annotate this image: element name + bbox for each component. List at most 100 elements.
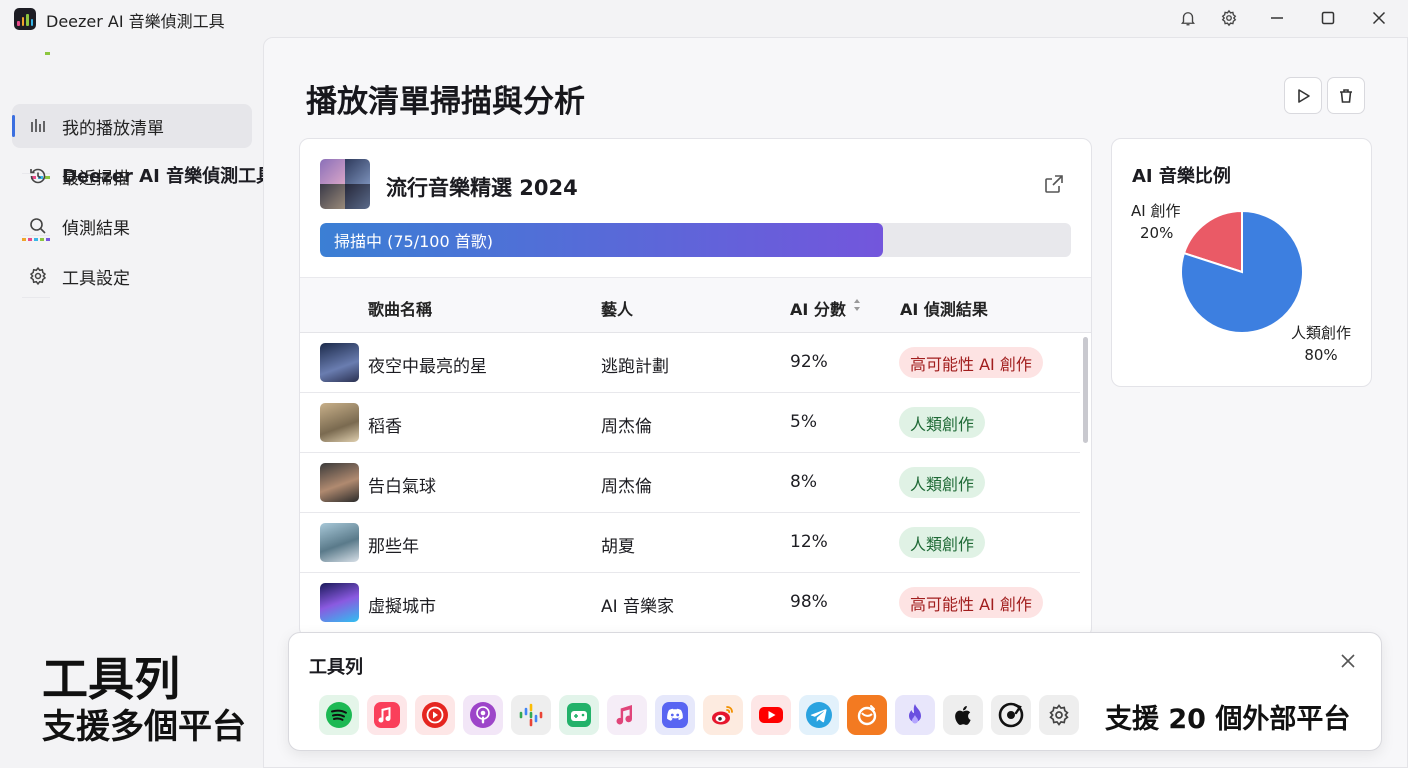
toolbar-title: 工具列	[309, 657, 363, 678]
gear-icon[interactable]	[1217, 6, 1241, 30]
delete-button[interactable]	[1327, 77, 1365, 114]
ai-label: AI 創作	[1131, 202, 1181, 220]
table-scrollbar[interactable]	[1083, 337, 1088, 443]
google-podcasts-icon[interactable]	[511, 695, 551, 735]
human-percent: 80%	[1304, 346, 1338, 364]
close-icon[interactable]	[1367, 6, 1391, 30]
song-artist: AI 音樂家	[601, 597, 675, 617]
game-controller-icon[interactable]	[559, 695, 599, 735]
bars-icon	[28, 116, 48, 136]
status-badge: 人類創作	[899, 407, 986, 438]
youtube-music-icon[interactable]	[415, 695, 455, 735]
sidebar-item-label: 偵測結果	[62, 218, 130, 239]
gear-icon	[28, 266, 48, 286]
playlist-cover	[320, 159, 370, 209]
song-title: 告白氣球	[368, 477, 436, 497]
podcasts-icon[interactable]	[463, 695, 503, 735]
song-title: 虛擬城市	[368, 597, 436, 617]
sidebar-item-label: 我的播放清單	[62, 118, 164, 139]
vinyl-app-icon[interactable]	[991, 695, 1031, 735]
platform-count-caption: 支援 20 個外部平台	[1105, 704, 1351, 735]
table-row[interactable]: 虛擬城市 AI 音樂家 98% 高可能性 AI 創作	[300, 573, 1080, 633]
sidebar-item-settings[interactable]: 工具設定	[12, 254, 252, 298]
orange-app-icon[interactable]	[847, 695, 887, 735]
play-icon	[1298, 88, 1310, 103]
song-list: 夜空中最亮的星 逃跑計劃 92% 高可能性 AI 創作 稻香 周杰倫 5% 人類…	[300, 333, 1080, 633]
flame-app-icon[interactable]	[895, 695, 935, 735]
ai-score: 92%	[790, 352, 828, 372]
ai-score: 5%	[790, 412, 817, 432]
song-title: 那些年	[368, 537, 419, 557]
status-badge: 人類創作	[899, 467, 986, 498]
app-logo-icon	[14, 8, 36, 30]
sort-icon[interactable]	[852, 297, 862, 317]
sidebar-item-label: 最近掃描	[62, 168, 130, 189]
history-icon	[28, 166, 48, 186]
status-badge: 高可能性 AI 創作	[899, 587, 1043, 618]
ai-score: 98%	[790, 592, 828, 612]
table-row[interactable]: 告白氣球 周杰倫 8% 人類創作	[300, 453, 1080, 513]
apple-music-icon[interactable]	[367, 695, 407, 735]
table-row[interactable]: 那些年 胡夏 12% 人類創作	[300, 513, 1080, 573]
scan-progress-bar: 掃描中 (75/100 首歌)	[320, 223, 1071, 257]
settings-icon[interactable]	[1039, 695, 1079, 735]
song-thumbnail	[320, 343, 359, 382]
song-thumbnail	[320, 523, 359, 562]
playlist-card: 流行音樂精選 2024 掃描中 (75/100 首歌) 歌曲名稱 藝人 AI 分…	[299, 138, 1092, 638]
scan-progress-text: 掃描中 (75/100 首歌)	[334, 232, 493, 251]
song-thumbnail	[320, 583, 359, 622]
telegram-icon[interactable]	[799, 695, 839, 735]
youtube-icon[interactable]	[751, 695, 791, 735]
column-score[interactable]: AI 分數	[790, 296, 846, 320]
ai-score: 8%	[790, 472, 817, 492]
caption-platforms: 支援多個平台	[42, 707, 246, 747]
search-icon	[28, 216, 48, 236]
maximize-icon[interactable]	[1316, 6, 1340, 30]
column-song[interactable]: 歌曲名稱	[368, 296, 432, 320]
window-title: Deezer AI 音樂偵測工具	[46, 12, 225, 31]
external-link-icon[interactable]	[1043, 173, 1065, 195]
song-thumbnail	[320, 403, 359, 442]
platform-list	[319, 695, 1079, 735]
playlist-name: 流行音樂精選 2024	[386, 176, 578, 200]
song-title: 夜空中最亮的星	[368, 357, 487, 377]
table-row[interactable]: 稻香 周杰倫 5% 人類創作	[300, 393, 1080, 453]
ai-label-group: AI 創作 20%	[1131, 200, 1180, 244]
human-label: 人類創作	[1291, 324, 1352, 342]
music-note-icon[interactable]	[607, 695, 647, 735]
page-title: 播放清單掃描與分析	[306, 84, 585, 120]
play-button[interactable]	[1284, 77, 1322, 114]
discord-icon[interactable]	[655, 695, 695, 735]
close-icon[interactable]	[1339, 652, 1359, 672]
minimize-icon[interactable]	[1265, 6, 1289, 30]
sidebar-nav: 我的播放清單 最近掃描 偵測結果 工具設定	[12, 104, 252, 304]
sidebar-item-label: 工具設定	[62, 268, 130, 289]
apple-icon[interactable]	[943, 695, 983, 735]
scan-progress-fill: 掃描中 (75/100 首歌)	[320, 223, 884, 257]
song-title: 稻香	[368, 417, 402, 437]
sidebar-item-recent-scans[interactable]: 最近掃描	[12, 154, 252, 198]
spotify-icon[interactable]	[319, 695, 359, 735]
toolbar-panel: 工具列 支援 20 個外部平台	[288, 632, 1382, 751]
column-result[interactable]: AI 偵測結果	[900, 296, 988, 320]
status-badge: 人類創作	[899, 527, 986, 558]
song-artist: 逃跑計劃	[601, 357, 669, 377]
sidebar-item-results[interactable]: 偵測結果	[12, 204, 252, 248]
ai-score: 12%	[790, 532, 828, 552]
title-bar: Deezer AI 音樂偵測工具	[0, 0, 1408, 36]
song-thumbnail	[320, 463, 359, 502]
table-header: 歌曲名稱 藝人 AI 分數 AI 偵測結果	[300, 277, 1091, 333]
song-artist: 胡夏	[601, 537, 635, 557]
song-artist: 周杰倫	[601, 477, 652, 497]
trash-icon	[1340, 88, 1352, 103]
bell-icon[interactable]	[1176, 6, 1200, 30]
weibo-icon[interactable]	[703, 695, 743, 735]
human-label-group: 人類創作 80%	[1291, 322, 1351, 366]
ai-percent: 20%	[1140, 224, 1174, 242]
song-artist: 周杰倫	[601, 417, 652, 437]
status-badge: 高可能性 AI 創作	[899, 347, 1043, 378]
sidebar-item-playlists[interactable]: 我的播放清單	[12, 104, 252, 148]
table-row[interactable]: 夜空中最亮的星 逃跑計劃 92% 高可能性 AI 創作	[300, 333, 1080, 393]
ai-ratio-card: AI 音樂比例 AI 創作 20% 人類創作 80%	[1111, 138, 1372, 387]
column-artist[interactable]: 藝人	[601, 296, 633, 320]
